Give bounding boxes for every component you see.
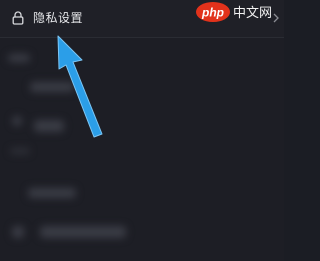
settings-screen: 隐私设置 php 中文网: [0, 0, 284, 261]
lock-icon: [12, 11, 24, 25]
blurred-item: [40, 226, 126, 238]
watermark-logo-text: php: [201, 6, 224, 20]
blurred-item: [34, 120, 64, 132]
blurred-item: [12, 116, 22, 126]
blurred-item: [10, 148, 30, 154]
privacy-settings-label: 隐私设置: [33, 11, 84, 25]
blurred-item: [8, 54, 30, 62]
blurred-item: [30, 82, 74, 92]
watermark-site-text: 中文网: [233, 6, 272, 21]
blurred-item: [12, 226, 24, 238]
php-cn-watermark: php 中文网: [196, 2, 280, 22]
blurred-item: [28, 188, 76, 198]
blurred-settings-list: [0, 40, 284, 261]
